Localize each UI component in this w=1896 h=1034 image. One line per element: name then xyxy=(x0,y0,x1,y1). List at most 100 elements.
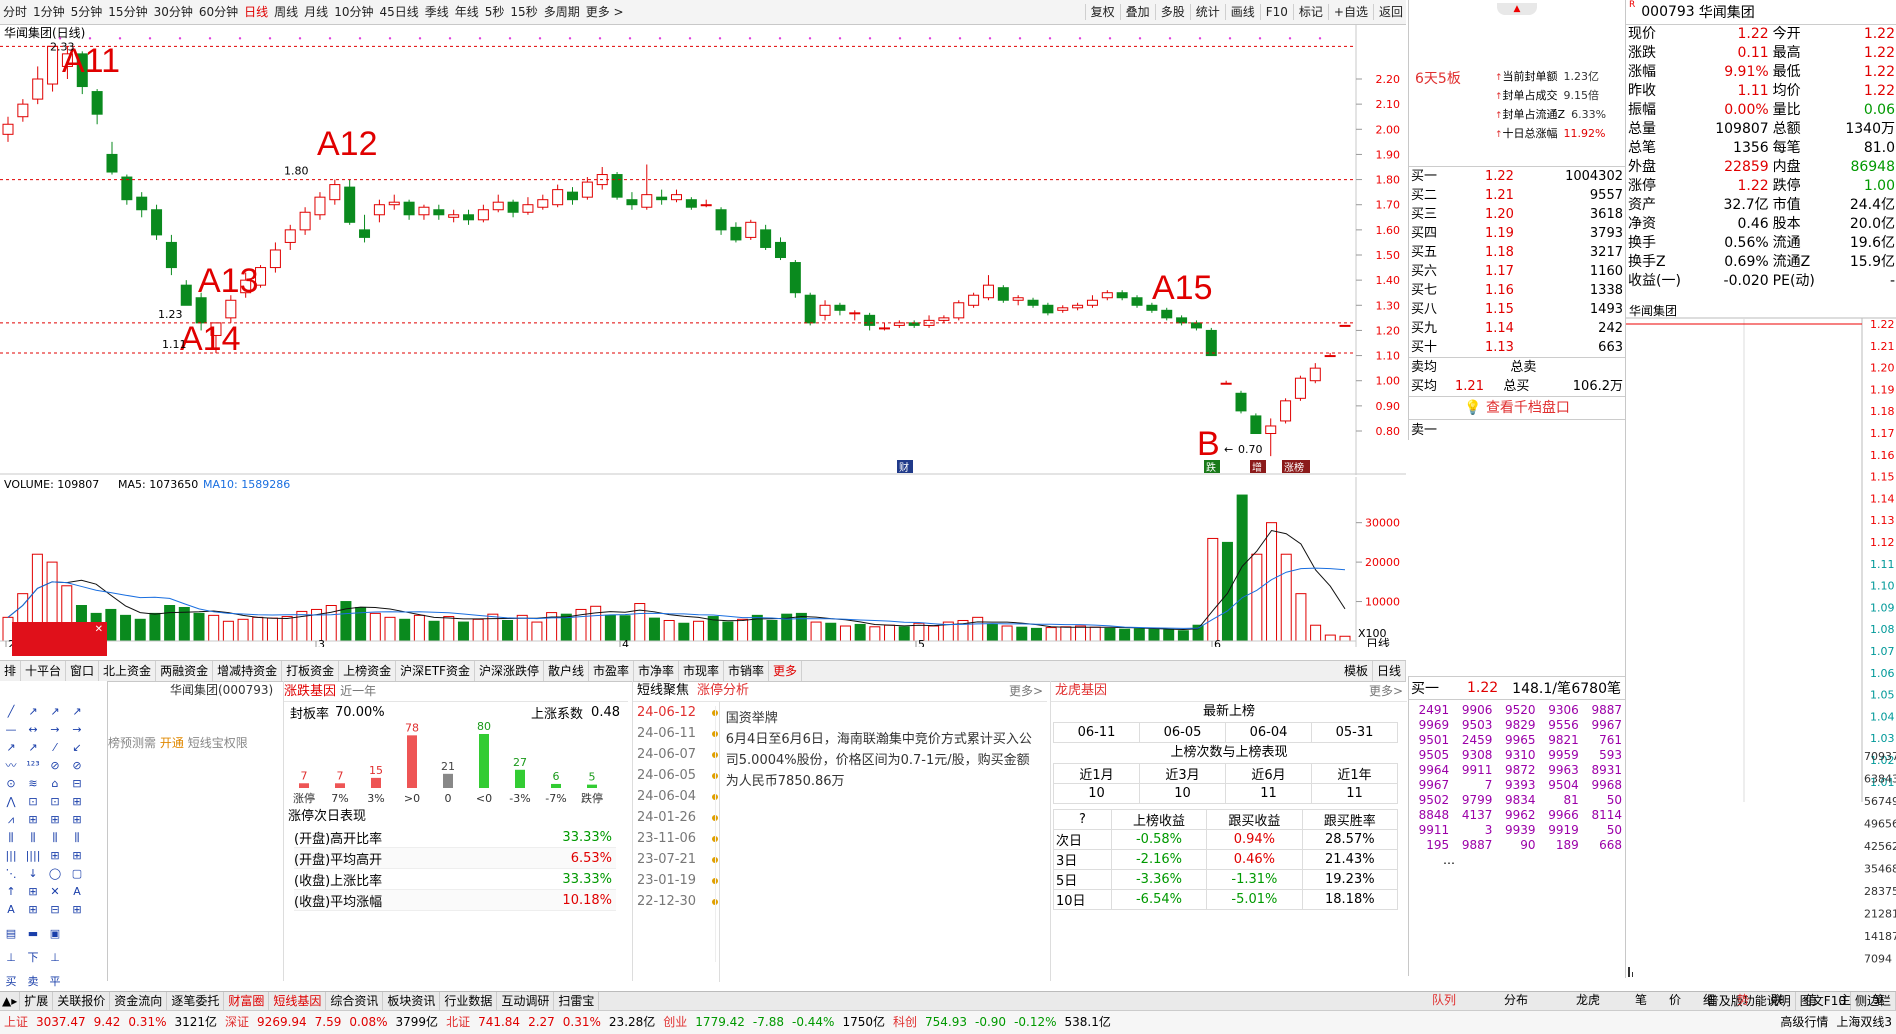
draw-blank-icon[interactable] xyxy=(66,919,88,937)
period-tab[interactable]: 1分钟 xyxy=(30,0,68,24)
draw-trend-icon[interactable]: ↗ xyxy=(66,703,88,721)
toolbar-button[interactable]: 标记 xyxy=(1296,0,1326,24)
toolbar-button[interactable]: 返回 xyxy=(1376,0,1406,24)
bottom-tab[interactable]: 资金流向 xyxy=(110,992,168,1010)
bottom-tab[interactable]: 综合资讯 xyxy=(326,992,384,1010)
indicator-tab[interactable]: 两融资金 xyxy=(156,661,214,681)
period-tab[interactable]: 日线 xyxy=(241,0,271,24)
buy-level-row[interactable]: 买六 1.17 1160 xyxy=(1409,262,1625,281)
toolbar-button[interactable]: 统计 xyxy=(1193,0,1223,24)
draw-box-icon[interactable]: ⊡ xyxy=(44,793,66,811)
period-tab[interactable]: 季线 xyxy=(422,0,452,24)
draw-box-icon[interactable]: ⊡ xyxy=(22,793,44,811)
draw-down-icon[interactable]: 下 xyxy=(22,949,44,967)
indicator-tab[interactable]: 市销率 xyxy=(724,661,770,681)
buy-level-row[interactable]: 买四 1.19 3793 xyxy=(1409,224,1625,243)
view-depth-link[interactable]: 💡 查看千档盘口 xyxy=(1409,396,1625,419)
draw-buy-icon[interactable]: 买 xyxy=(0,973,22,991)
bottom-tab[interactable]: 关联报价 xyxy=(53,992,111,1010)
toolbar-button[interactable]: +自选 xyxy=(1331,0,1371,24)
period-tab[interactable]: 10分钟 xyxy=(331,0,376,24)
toolbar-button[interactable]: 叠加 xyxy=(1123,0,1153,24)
bottom-tab[interactable]: 扫雷宝 xyxy=(554,992,600,1010)
period-tab[interactable]: 45日线 xyxy=(376,0,421,24)
close-icon[interactable]: ✕ xyxy=(95,624,103,635)
draw-down-icon[interactable]: ↙ xyxy=(66,739,88,757)
draw-grid-icon[interactable]: ⊞ xyxy=(22,883,44,901)
draw-wave-icon[interactable]: ≋ xyxy=(22,775,44,793)
indicator-tab[interactable]: 增减持资金 xyxy=(213,661,283,681)
period-tab[interactable]: 5秒 xyxy=(482,0,508,24)
index-name[interactable]: 科创 xyxy=(889,1011,921,1034)
draw-grid-icon[interactable]: ⊞ xyxy=(44,811,66,829)
draw-extend-icon[interactable]: → xyxy=(44,721,66,739)
bottom-tab[interactable]: 板块资讯 xyxy=(383,992,441,1010)
period-tab[interactable]: 分时 xyxy=(0,0,30,24)
bottom-tab[interactable]: 互动调研 xyxy=(497,992,555,1010)
news-date-item[interactable]: 24-06-05 xyxy=(633,765,719,786)
buy-level-row[interactable]: 买三 1.20 3618 xyxy=(1409,205,1625,224)
news-date-item[interactable]: 23-01-19 xyxy=(633,870,719,891)
indicator-tab[interactable]: 窗口 xyxy=(66,661,100,681)
buy-level-row[interactable]: 买十 1.13 663 xyxy=(1409,338,1625,357)
draw-flat-icon[interactable]: 平 xyxy=(44,973,66,991)
draw-grid-icon[interactable]: ⊞ xyxy=(22,811,44,829)
open-link[interactable]: 开通 xyxy=(160,736,184,750)
draw-down-icon[interactable]: ↓ xyxy=(22,865,44,883)
news-more-link[interactable]: 更多> xyxy=(1009,681,1043,701)
lhb-date[interactable]: 06-11 xyxy=(1053,722,1140,743)
draw-circle-icon[interactable]: ⊘ xyxy=(44,757,66,775)
buy-level-row[interactable]: 买一 1.22 1004302 xyxy=(1409,167,1625,186)
right-bottom-tab[interactable]: 主 xyxy=(1828,991,1862,1009)
draw-zig-icon[interactable]: ⩘ xyxy=(0,811,22,829)
collapse-handle[interactable]: ▲ xyxy=(1409,0,1625,16)
draw-hline-icon[interactable]: — xyxy=(0,721,22,739)
period-tab[interactable]: 5分钟 xyxy=(68,0,106,24)
news-date-item[interactable]: 24-06-12 xyxy=(633,702,719,723)
indicator-tab[interactable]: 沪深涨跌停 xyxy=(475,661,544,681)
period-tab[interactable]: 月线 xyxy=(301,0,331,24)
indicator-tab-right[interactable]: 日线 xyxy=(1373,661,1406,681)
index-name[interactable]: 创业 xyxy=(659,1011,691,1034)
news-date-item[interactable]: 23-11-06 xyxy=(633,828,719,849)
draw-channel-icon[interactable]: ↔ xyxy=(22,721,44,739)
news-date-item[interactable]: 24-06-07 xyxy=(633,744,719,765)
draw-grid-icon[interactable]: ⊞ xyxy=(66,793,88,811)
draw-rect-icon[interactable]: ▢ xyxy=(66,865,88,883)
draw-bars-icon[interactable]: ⫼ xyxy=(44,829,66,847)
indicator-tab-right[interactable]: 模板 xyxy=(1340,661,1373,681)
draw-list-icon[interactable]: ▤ xyxy=(0,925,22,943)
toolbar-button[interactable]: 多股 xyxy=(1158,0,1188,24)
draw-peak-icon[interactable]: ⋀ xyxy=(0,793,22,811)
draw-grid-icon[interactable]: ⊞ xyxy=(66,811,88,829)
draw-arrow-icon[interactable]: ↗ xyxy=(44,703,66,721)
period-tab[interactable]: 15分钟 xyxy=(105,0,150,24)
buy-level-row[interactable]: 买七 1.16 1338 xyxy=(1409,281,1625,300)
draw-diag-icon[interactable]: ⋱ xyxy=(0,865,22,883)
draw-rect-icon[interactable]: ⊟ xyxy=(66,775,88,793)
draw-line-icon[interactable]: ╱ xyxy=(0,703,22,721)
draw-bar-icon[interactable]: ▬ xyxy=(22,925,44,943)
indicator-tab[interactable]: 排 xyxy=(0,661,22,681)
right-bottom-tab[interactable]: 笔 xyxy=(1624,991,1658,1009)
lhb-date[interactable]: 06-05 xyxy=(1139,722,1226,743)
right-bottom-tab[interactable]: 值 xyxy=(1794,991,1828,1009)
bottom-tab[interactable]: 短线基因 xyxy=(269,992,327,1010)
news-date-item[interactable]: 22-12-30 xyxy=(633,891,719,912)
draw-circle-icon[interactable]: ⊘ xyxy=(66,757,88,775)
right-bottom-tab[interactable]: 笔 xyxy=(1862,991,1896,1009)
draw-delete-icon[interactable]: ✕ xyxy=(44,883,66,901)
indicator-tab[interactable]: 沪深ETF资金 xyxy=(396,661,475,681)
draw-bars-icon[interactable]: ⫼ xyxy=(66,829,88,847)
buy-level-row[interactable]: 买五 1.18 3217 xyxy=(1409,243,1625,262)
right-bottom-tab[interactable]: 势 xyxy=(1726,991,1760,1009)
news-date-item[interactable]: 24-06-11 xyxy=(633,723,719,744)
draw-text-icon[interactable]: A xyxy=(66,883,88,901)
bottom-tab[interactable]: 逐笔委托 xyxy=(167,992,225,1010)
lhb-date[interactable]: 05-31 xyxy=(1311,722,1398,743)
tab-limit-analysis[interactable]: 涨停分析 xyxy=(697,681,749,701)
draw-ellipse-icon[interactable]: ◯ xyxy=(44,865,66,883)
draw-wave-icon[interactable]: 〰 xyxy=(0,757,22,775)
bottom-tab[interactable]: 扩展 xyxy=(20,992,54,1010)
right-bottom-tab[interactable]: 龙虎 xyxy=(1552,991,1624,1009)
